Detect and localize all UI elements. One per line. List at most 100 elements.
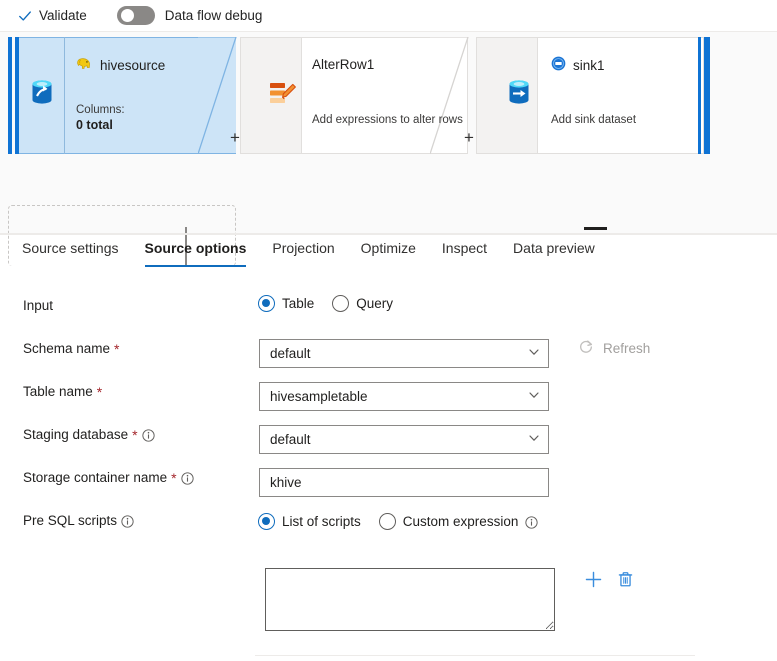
tab-optimize[interactable]: Optimize — [361, 240, 416, 267]
tab-source-settings[interactable]: Source settings — [22, 240, 119, 267]
tab-projection[interactable]: Projection — [272, 240, 334, 267]
source-columns-label: Columns: — [76, 103, 125, 118]
radio-dot-custom-expression — [379, 513, 396, 530]
add-after-alterrow-button[interactable]: + — [464, 129, 474, 146]
pre-sql-scripts-radio-group: List of scripts Custom expression — [258, 513, 538, 530]
validate-label: Validate — [39, 8, 87, 23]
table-name-field: hivesampletable — [259, 382, 549, 411]
pre-sql-scripts-label-text: Pre SQL scripts — [23, 513, 117, 528]
sink-node-title: sink1 — [551, 56, 605, 74]
radio-dot-list-of-scripts — [258, 513, 275, 530]
storage-container-name-input[interactable]: khive — [259, 468, 549, 497]
staging-database-dropdown[interactable]: default — [259, 425, 549, 454]
staging-database-required-marker: * — [132, 428, 137, 442]
source-columns-value: 0 total — [76, 118, 125, 133]
tab-source-options[interactable]: Source options — [145, 240, 247, 267]
storage-container-name-required-marker: * — [171, 471, 176, 485]
top-toolbar: Validate Data flow debug — [0, 0, 777, 31]
pre-sql-option-custom-expression[interactable]: Custom expression — [379, 513, 539, 530]
panel-resize-handle[interactable] — [584, 227, 607, 230]
schema-name-dropdown[interactable]: default — [259, 339, 549, 368]
staging-database-field: default — [259, 425, 549, 454]
input-option-query-label: Query — [356, 296, 393, 311]
settings-tab-bar: Source settings Source options Projectio… — [0, 240, 777, 276]
sink-node-description: Add sink dataset — [551, 114, 636, 126]
alterrow-node-name: AlterRow1 — [312, 57, 374, 72]
tab-data-preview[interactable]: Data preview — [513, 240, 595, 267]
source-options-form: Input Table Query Schema name * default — [0, 292, 777, 550]
sink-selection-bar-inner — [698, 37, 701, 154]
storage-container-name-value: khive — [270, 475, 302, 490]
bottom-divider — [255, 655, 695, 656]
source-icon-column — [19, 37, 65, 154]
source-node-title: hivesource — [76, 56, 165, 74]
alterrow-icon-column — [240, 37, 302, 154]
data-flow-debug-group: Data flow debug — [117, 6, 263, 25]
source-node-meta: Columns: 0 total — [76, 103, 125, 133]
plus-icon[interactable] — [584, 570, 603, 589]
info-icon[interactable] — [142, 427, 155, 442]
chevron-down-icon — [528, 346, 540, 361]
flow-node-sink[interactable]: sink1 Add sink dataset — [476, 37, 713, 154]
chevron-down-icon — [528, 389, 540, 404]
chevron-down-icon — [528, 432, 540, 447]
table-name-required-marker: * — [97, 385, 102, 399]
input-option-query[interactable]: Query — [332, 295, 393, 312]
schema-name-required-marker: * — [114, 342, 119, 356]
form-row-table-name: Table name * hivesampletable — [0, 378, 777, 421]
data-flow-canvas[interactable]: hivesource Columns: 0 total + — [0, 32, 777, 234]
data-flow-debug-toggle[interactable] — [117, 6, 155, 25]
form-row-pre-sql-scripts: Pre SQL scripts List of scripts Custom e… — [0, 507, 777, 550]
schema-name-label: Schema name * — [23, 341, 120, 356]
pre-sql-script-textarea[interactable] — [265, 568, 555, 631]
staging-database-label: Staging database * — [23, 427, 155, 442]
source-node-name: hivesource — [100, 58, 165, 73]
table-name-dropdown[interactable]: hivesampletable — [259, 382, 549, 411]
input-label-text: Input — [23, 298, 53, 313]
validate-button[interactable]: Validate — [18, 8, 87, 23]
pre-sql-option-list-of-scripts[interactable]: List of scripts — [258, 513, 361, 530]
flow-node-alterrow[interactable]: AlterRow1 Add expressions to alter rows … — [240, 37, 468, 154]
pre-sql-script-actions — [584, 570, 635, 589]
trash-icon[interactable] — [616, 570, 635, 589]
form-row-schema-name: Schema name * default Refresh — [0, 335, 777, 378]
storage-container-name-label-text: Storage container name — [23, 470, 167, 485]
input-option-table[interactable]: Table — [258, 295, 314, 312]
radio-dot-table — [258, 295, 275, 312]
storage-container-name-label: Storage container name * — [23, 470, 194, 485]
refresh-label: Refresh — [603, 341, 650, 356]
alter-row-icon — [269, 81, 297, 111]
sink-icon-column — [476, 37, 538, 154]
info-icon[interactable] — [525, 514, 538, 529]
data-flow-debug-label: Data flow debug — [165, 8, 263, 23]
source-database-icon — [29, 79, 55, 112]
pre-sql-option-custom-label: Custom expression — [403, 514, 519, 529]
flow-node-source[interactable]: hivesource Columns: 0 total + — [8, 37, 236, 154]
form-row-staging-database: Staging database * default — [0, 421, 777, 464]
pre-sql-option-list-label: List of scripts — [282, 514, 361, 529]
panel-divider — [0, 233, 777, 235]
staging-database-label-text: Staging database — [23, 427, 128, 442]
checkmark-icon — [18, 9, 32, 23]
info-icon[interactable] — [121, 513, 134, 528]
sink-database-icon — [506, 79, 532, 112]
table-name-label: Table name * — [23, 384, 102, 399]
sink-badge-icon — [551, 56, 566, 74]
input-label: Input — [23, 298, 53, 313]
schema-name-field: default — [259, 339, 549, 368]
tab-inspect[interactable]: Inspect — [442, 240, 487, 267]
alterrow-node-description: Add expressions to alter rows — [312, 114, 463, 126]
sink-selection-bar-outer — [704, 37, 710, 154]
sink-node-body — [538, 37, 704, 154]
add-after-source-button[interactable]: + — [230, 129, 240, 146]
radio-dot-query — [332, 295, 349, 312]
info-icon[interactable] — [181, 470, 194, 485]
toggle-knob — [121, 9, 134, 22]
input-option-table-label: Table — [282, 296, 314, 311]
refresh-icon — [578, 339, 594, 358]
schema-name-label-text: Schema name — [23, 341, 110, 356]
refresh-button[interactable]: Refresh — [578, 339, 650, 358]
pre-sql-scripts-label: Pre SQL scripts — [23, 513, 134, 528]
staging-database-value: default — [270, 432, 528, 447]
sink-node-name: sink1 — [573, 58, 605, 73]
